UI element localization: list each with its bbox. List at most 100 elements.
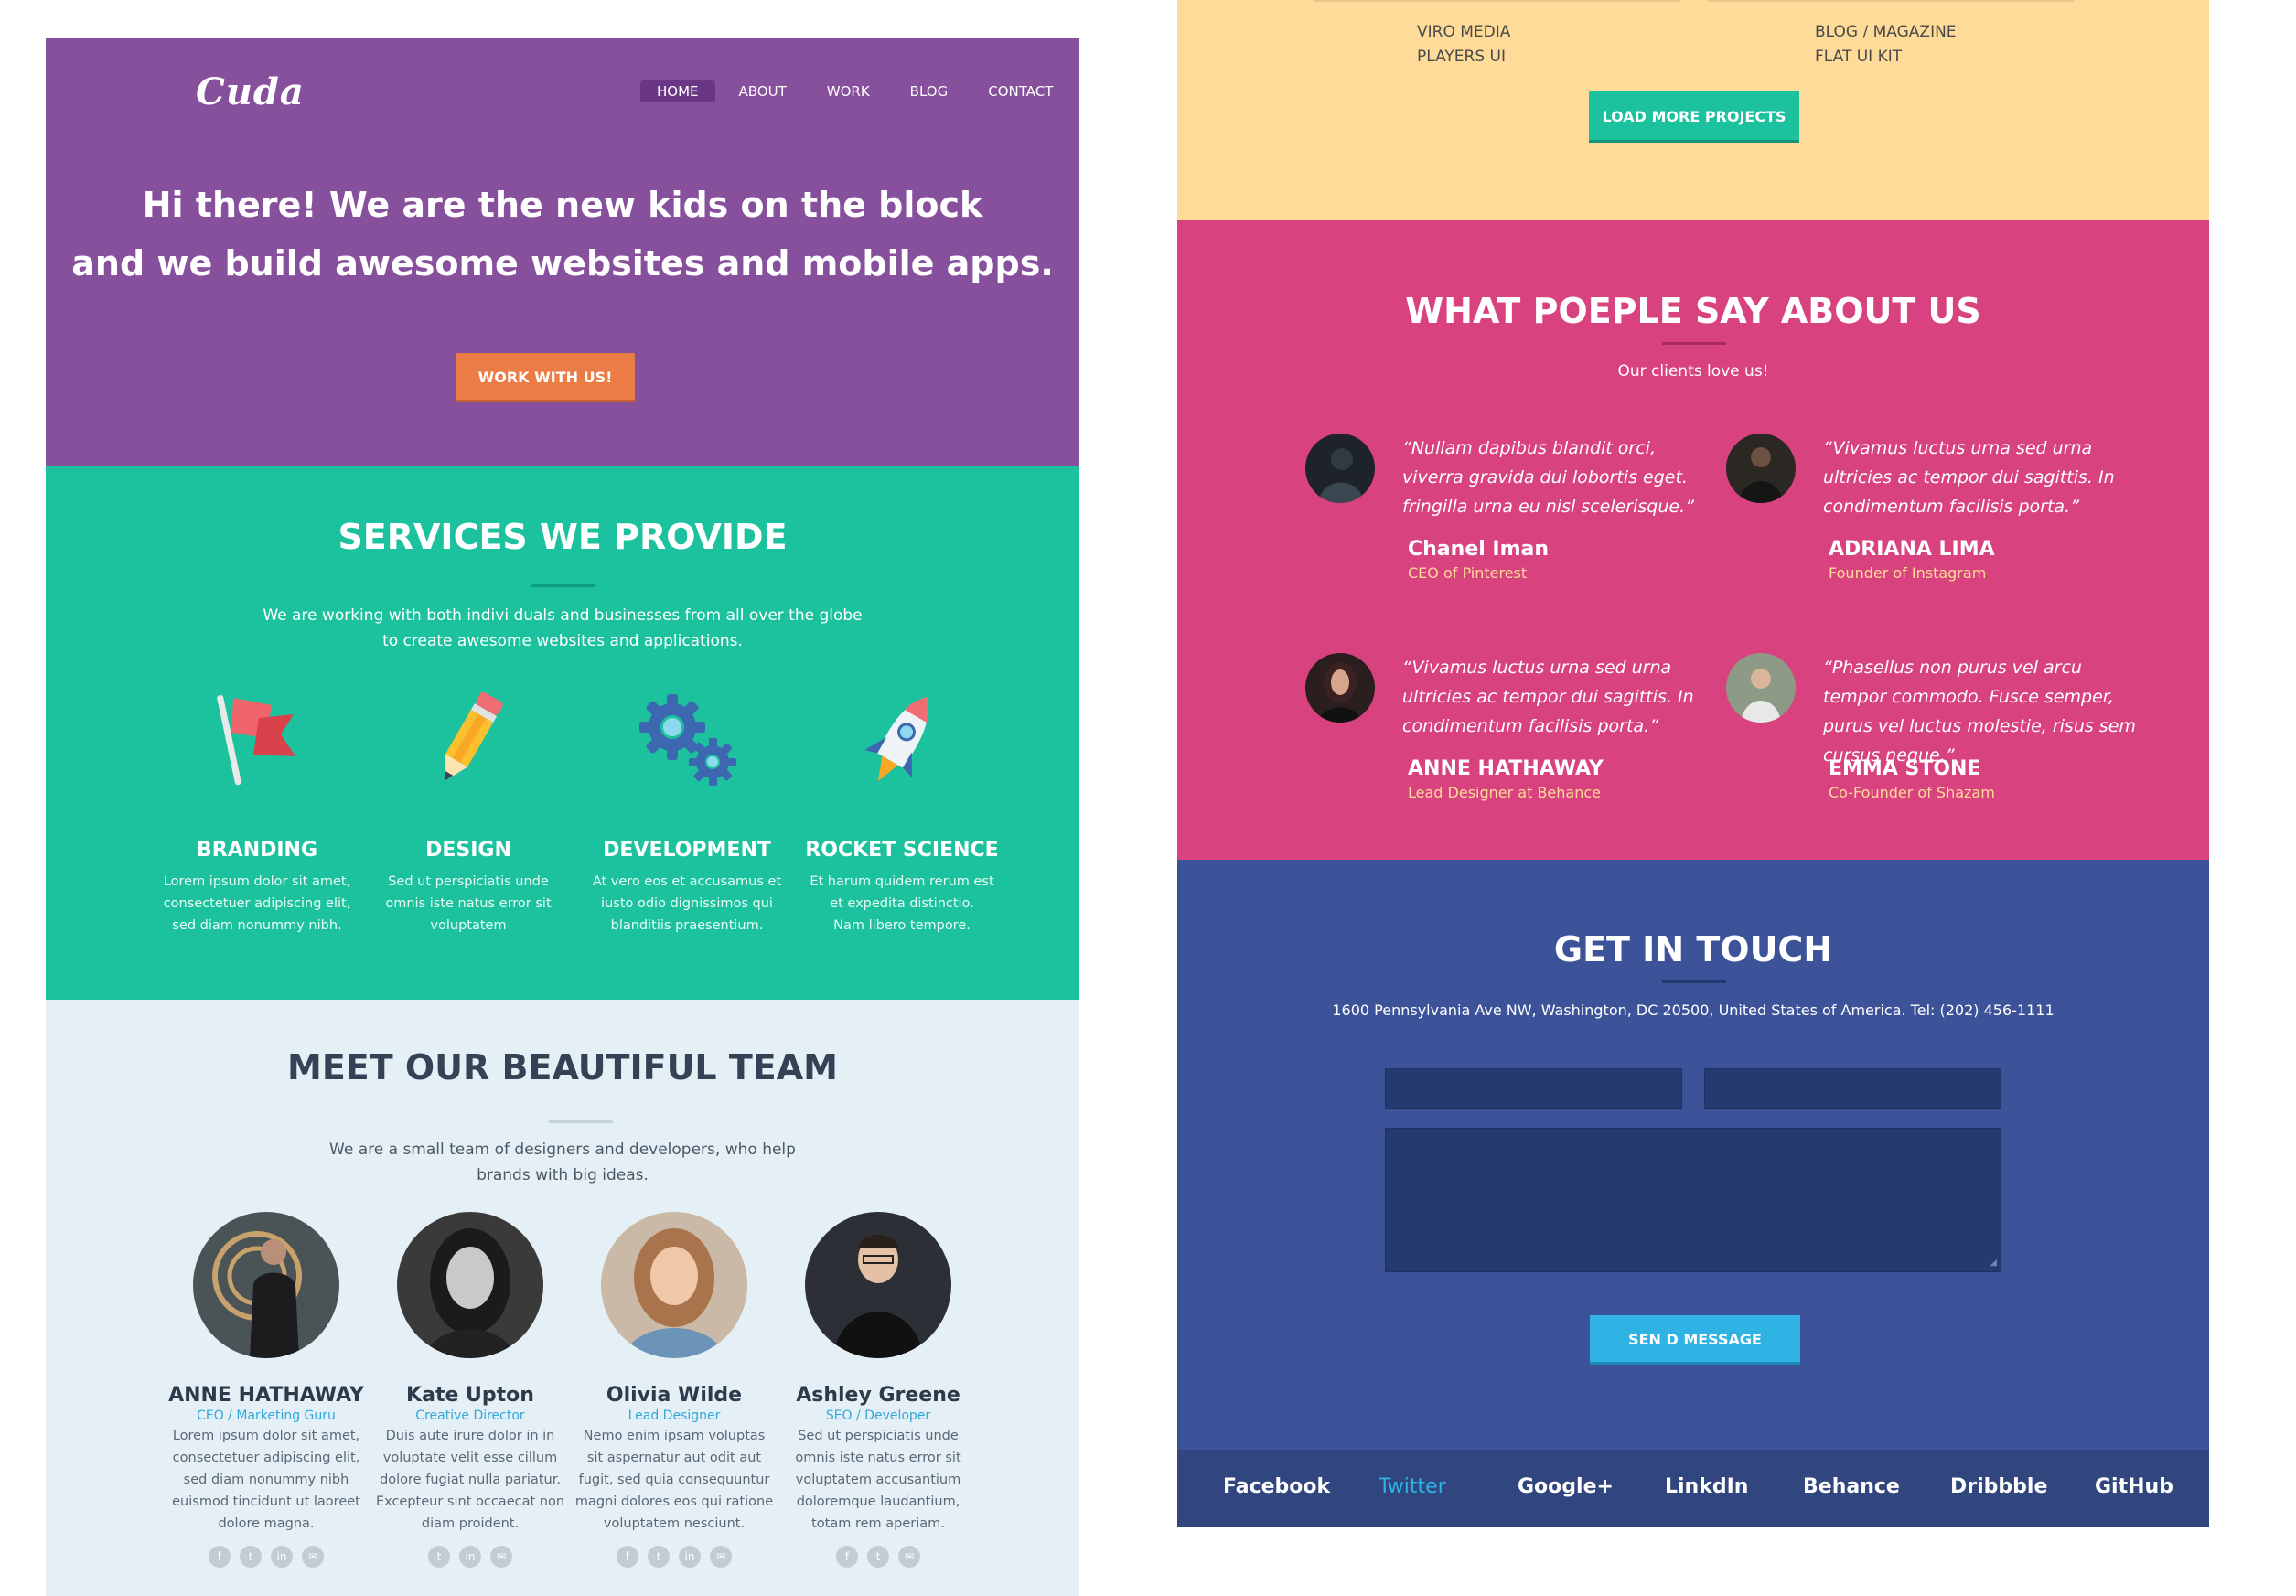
hero-headline: Hi there! We are the new kids on the blo… (46, 176, 1079, 293)
testimonial-quote: “Phasellus non purus vel arcu tempor com… (1823, 658, 2136, 766)
linkedin-icon[interactable]: in (459, 1546, 481, 1568)
footer-link-facebook[interactable]: Facebook (1223, 1475, 1330, 1498)
service-development: DEVELOPMENT At vero eos et accusamus et i… (577, 685, 797, 937)
twitter-icon[interactable]: t (240, 1546, 262, 1568)
contact-divider (1662, 980, 1726, 983)
member-role: SEO / Developer (825, 1409, 931, 1423)
nav-home[interactable]: HOME (640, 80, 715, 102)
project-label[interactable]: FLAT UI KIT (1815, 45, 1957, 70)
member-socials: f t in ✉ (161, 1546, 371, 1568)
hero-section: Cuda HOME ABOUT WORK BLOG CONTACT Hi the… (46, 38, 1079, 466)
nav-work[interactable]: WORK (810, 80, 886, 102)
contact-section: GET IN TOUCH 1600 Pennsylvania Ave NW, W… (1177, 860, 2209, 1450)
team-subtitle-line2: brands with big ideas. (477, 1166, 649, 1184)
avatar (1726, 653, 1796, 723)
avatar (601, 1212, 747, 1358)
project-label[interactable]: BLOG / MAGAZINE (1815, 20, 1957, 45)
member-bio: Sed ut perspiciatis unde omnis iste natus… (795, 1429, 961, 1531)
flag-icon (217, 695, 295, 786)
testimonial-card: “Vivamus luctus urna sed urna ultricies … (1726, 434, 2129, 598)
gears-icon (639, 694, 736, 786)
testimonial-quote: “Vivamus luctus urna sed urna ultricies … (1823, 438, 2115, 517)
pencil-icon (445, 691, 503, 782)
left-page-column: Cuda HOME ABOUT WORK BLOG CONTACT Hi the… (46, 38, 1079, 1596)
facebook-icon[interactable]: f (836, 1546, 858, 1568)
email-icon[interactable]: ✉ (898, 1546, 920, 1568)
facebook-icon[interactable]: f (209, 1546, 231, 1568)
nav-contact[interactable]: CONTACT (971, 80, 1069, 102)
footer-link-linkedin[interactable]: LinkdIn (1665, 1475, 1748, 1498)
contact-title: GET IN TOUCH (1553, 929, 1833, 969)
email-input[interactable] (1704, 1068, 2001, 1109)
services-title: SERVICES WE PROVIDE (338, 517, 788, 557)
email-icon[interactable]: ✉ (302, 1546, 324, 1568)
services-subtitle-line1: We are working with both indivi duals an… (263, 606, 863, 625)
twitter-icon[interactable]: t (867, 1546, 889, 1568)
service-rocket-science: ROCKET SCIENCE Et harum quidem rerum est… (792, 685, 1012, 937)
member-bio: Nemo enim ipsam voluptas sit aspernatur a… (574, 1429, 774, 1531)
footer-link-github[interactable]: GitHub (2095, 1475, 2173, 1498)
contact-address: 1600 Pennsylvania Ave NW, Washington, DC… (1332, 1002, 2055, 1019)
service-name: ROCKET SCIENCE (805, 839, 999, 862)
testimonial-card: “Nullam dapibus blandit orci, viverra gr… (1305, 434, 1708, 598)
member-name: ANNE HATHAWAY (168, 1384, 364, 1407)
team-member: Olivia Wilde Lead Designer Nemo enim ips… (569, 1212, 779, 1568)
service-design: DESIGN Sed ut perspiciatis unde omnis ist… (359, 685, 578, 937)
avatar (1305, 653, 1375, 723)
site-logo[interactable]: Cuda (196, 70, 305, 113)
resize-handle-icon[interactable]: ◢ (1990, 1258, 1997, 1268)
nav-blog[interactable]: BLOG (894, 80, 965, 102)
footer-link-behance[interactable]: Behance (1803, 1475, 1900, 1498)
footer-link-dribbble[interactable]: Dribbble (1950, 1475, 2047, 1498)
load-more-projects-button[interactable]: LOAD MORE PROJECTS (1589, 91, 1799, 143)
email-icon[interactable]: ✉ (710, 1546, 732, 1568)
email-icon[interactable]: ✉ (490, 1546, 512, 1568)
service-name: BRANDING (196, 839, 318, 862)
member-name: Ashley Greene (796, 1384, 960, 1407)
team-subtitle: We are a small team of designers and dev… (46, 1137, 1079, 1188)
member-socials: f t in ✉ (569, 1546, 779, 1568)
testimonial-quote: “Vivamus luctus urna sed urna ultricies … (1402, 658, 1694, 736)
member-socials: f t ✉ (773, 1546, 983, 1568)
service-name: DESIGN (425, 839, 511, 862)
member-role: Creative Director (415, 1409, 525, 1423)
service-name: DEVELOPMENT (603, 839, 771, 862)
testimonial-name: ANNE HATHAWAY (1408, 757, 1604, 780)
linkedin-icon[interactable]: in (679, 1546, 701, 1568)
project-label[interactable]: VIRO MEDIA (1417, 20, 1510, 45)
name-input[interactable] (1385, 1068, 1682, 1109)
service-desc: At vero eos et accusamus et iusto odio di… (592, 874, 782, 933)
member-bio: Duis aute irure dolor in in voluptate vel… (375, 1429, 565, 1531)
footer-link-googleplus[interactable]: Google+ (1518, 1475, 1614, 1498)
avatar (397, 1212, 543, 1358)
project-label[interactable]: PLAYERS UI (1417, 45, 1510, 70)
team-member: ANNE HATHAWAY CEO / Marketing Guru Lorem… (161, 1212, 371, 1568)
team-section: MEET OUR BEAUTIFUL TEAM We are a small t… (46, 1000, 1079, 1596)
work-with-us-button[interactable]: WORK WITH US! (456, 353, 635, 402)
project-list-right: BLOG / MAGAZINE FLAT UI KIT (1815, 20, 1957, 70)
testimonial-name: EMMA STONE (1829, 757, 1981, 780)
footer-social-links: Facebook Twitter Google+ LinkdIn Behance… (1177, 1450, 2209, 1527)
member-role: Lead Designer (628, 1409, 721, 1423)
twitter-icon[interactable]: t (428, 1546, 450, 1568)
main-nav: HOME ABOUT WORK BLOG CONTACT (640, 80, 1069, 102)
facebook-icon[interactable]: f (617, 1546, 638, 1568)
testimonials-subtitle: Our clients love us! (1617, 362, 1769, 380)
team-divider (549, 1120, 613, 1123)
testimonials-title: WHAT POEPLE SAY ABOUT US (1405, 291, 1981, 331)
member-name: Kate Upton (406, 1384, 534, 1407)
team-member: Kate Upton Creative Director Duis aute i… (365, 1212, 575, 1568)
nav-about[interactable]: ABOUT (723, 80, 803, 102)
testimonial-card: “Vivamus luctus urna sed urna ultricies … (1305, 653, 1708, 818)
testimonials-divider (1662, 342, 1726, 345)
testimonial-role: Lead Designer at Behance (1408, 784, 1601, 801)
send-message-button[interactable]: SEN D MESSAGE (1590, 1315, 1800, 1365)
testimonial-role: CEO of Pinterest (1408, 564, 1528, 582)
message-textarea[interactable]: ◢ (1385, 1128, 2001, 1272)
avatar (193, 1212, 339, 1358)
portfolio-section: VIRO MEDIA PLAYERS UI BLOG / MAGAZINE FL… (1177, 0, 2209, 220)
linkedin-icon[interactable]: in (271, 1546, 293, 1568)
footer-link-twitter[interactable]: Twitter (1379, 1475, 1446, 1498)
twitter-icon[interactable]: t (648, 1546, 670, 1568)
service-desc: Et harum quidem rerum est et expedita dis… (810, 874, 994, 933)
